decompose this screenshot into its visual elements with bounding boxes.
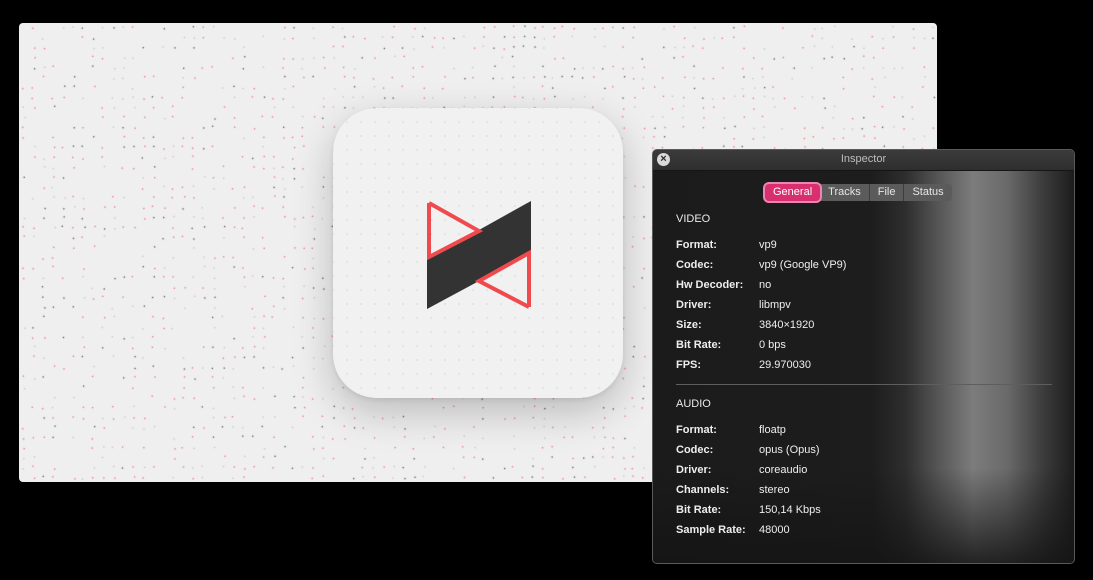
- audio-sample-rate-row: Sample Rate: 48000: [676, 520, 821, 540]
- row-value: 150,14 Kbps: [759, 504, 821, 516]
- row-label: Sample Rate:: [676, 524, 746, 536]
- tab-file[interactable]: File: [869, 184, 905, 201]
- row-value: no: [759, 279, 772, 291]
- row-label: Format:: [676, 424, 717, 436]
- screen: × Inspector General Tracks File Status V…: [0, 0, 1093, 580]
- video-bitrate-row: Bit Rate: 0 bps: [676, 335, 846, 355]
- row-label: Hw Decoder:: [676, 279, 744, 291]
- audio-driver-row: Driver: coreaudio: [676, 460, 821, 480]
- row-label: Driver:: [676, 299, 712, 311]
- audio-info-list: Format: floatp Codec: opus (Opus) Driver: c…: [676, 420, 821, 540]
- audio-format-row: Format: floatp: [676, 420, 821, 440]
- row-value: vp9: [759, 239, 777, 251]
- row-value: libmpv: [759, 299, 791, 311]
- tab-general[interactable]: General: [765, 184, 821, 201]
- row-value: coreaudio: [759, 464, 808, 476]
- audio-section-heading: AUDIO: [676, 398, 711, 410]
- inspector-title: Inspector: [840, 153, 887, 165]
- video-codec-row: Codec: vp9 (Google VP9): [676, 255, 846, 275]
- video-driver-row: Driver: libmpv: [676, 295, 846, 315]
- row-label: Channels:: [676, 484, 730, 496]
- section-divider: [676, 384, 1052, 385]
- row-value: 29.970030: [759, 359, 811, 371]
- video-section-heading: VIDEO: [676, 213, 711, 225]
- row-label: Codec:: [676, 444, 714, 456]
- video-size-row: Size: 3840×1920: [676, 315, 846, 335]
- audio-bitrate-row: Bit Rate: 150,14 Kbps: [676, 500, 821, 520]
- app-icon-tile: [333, 108, 623, 398]
- row-label: Size:: [676, 319, 702, 331]
- row-value: 3840×1920: [759, 319, 815, 331]
- video-format-row: Format: vp9: [676, 235, 846, 255]
- row-label: Bit Rate:: [676, 504, 722, 516]
- row-label: Codec:: [676, 259, 714, 271]
- video-fps-row: FPS: 29.970030: [676, 355, 846, 375]
- audio-codec-row: Codec: opus (Opus): [676, 440, 821, 460]
- row-label: FPS:: [676, 359, 702, 371]
- video-hw-decoder-row: Hw Decoder: no: [676, 275, 846, 295]
- row-label: Driver:: [676, 464, 712, 476]
- row-value: stereo: [759, 484, 790, 496]
- tab-tracks[interactable]: Tracks: [820, 184, 870, 201]
- row-label: Bit Rate:: [676, 339, 722, 351]
- audio-channels-row: Channels: stereo: [676, 480, 821, 500]
- row-value: vp9 (Google VP9): [759, 259, 847, 271]
- tab-status[interactable]: Status: [904, 184, 952, 201]
- inspector-tabs: General Tracks File Status: [765, 184, 952, 201]
- row-label: Format:: [676, 239, 717, 251]
- inspector-panel: × Inspector General Tracks File Status V…: [652, 149, 1075, 564]
- inspector-titlebar[interactable]: × Inspector: [653, 150, 1074, 171]
- row-value: floatp: [759, 424, 786, 436]
- video-info-list: Format: vp9 Codec: vp9 (Google VP9) Hw Dec…: [676, 235, 846, 375]
- row-value: opus (Opus): [759, 444, 820, 456]
- row-value: 48000: [759, 524, 790, 536]
- row-value: 0 bps: [759, 339, 786, 351]
- mpv-logo-icon: [427, 201, 531, 309]
